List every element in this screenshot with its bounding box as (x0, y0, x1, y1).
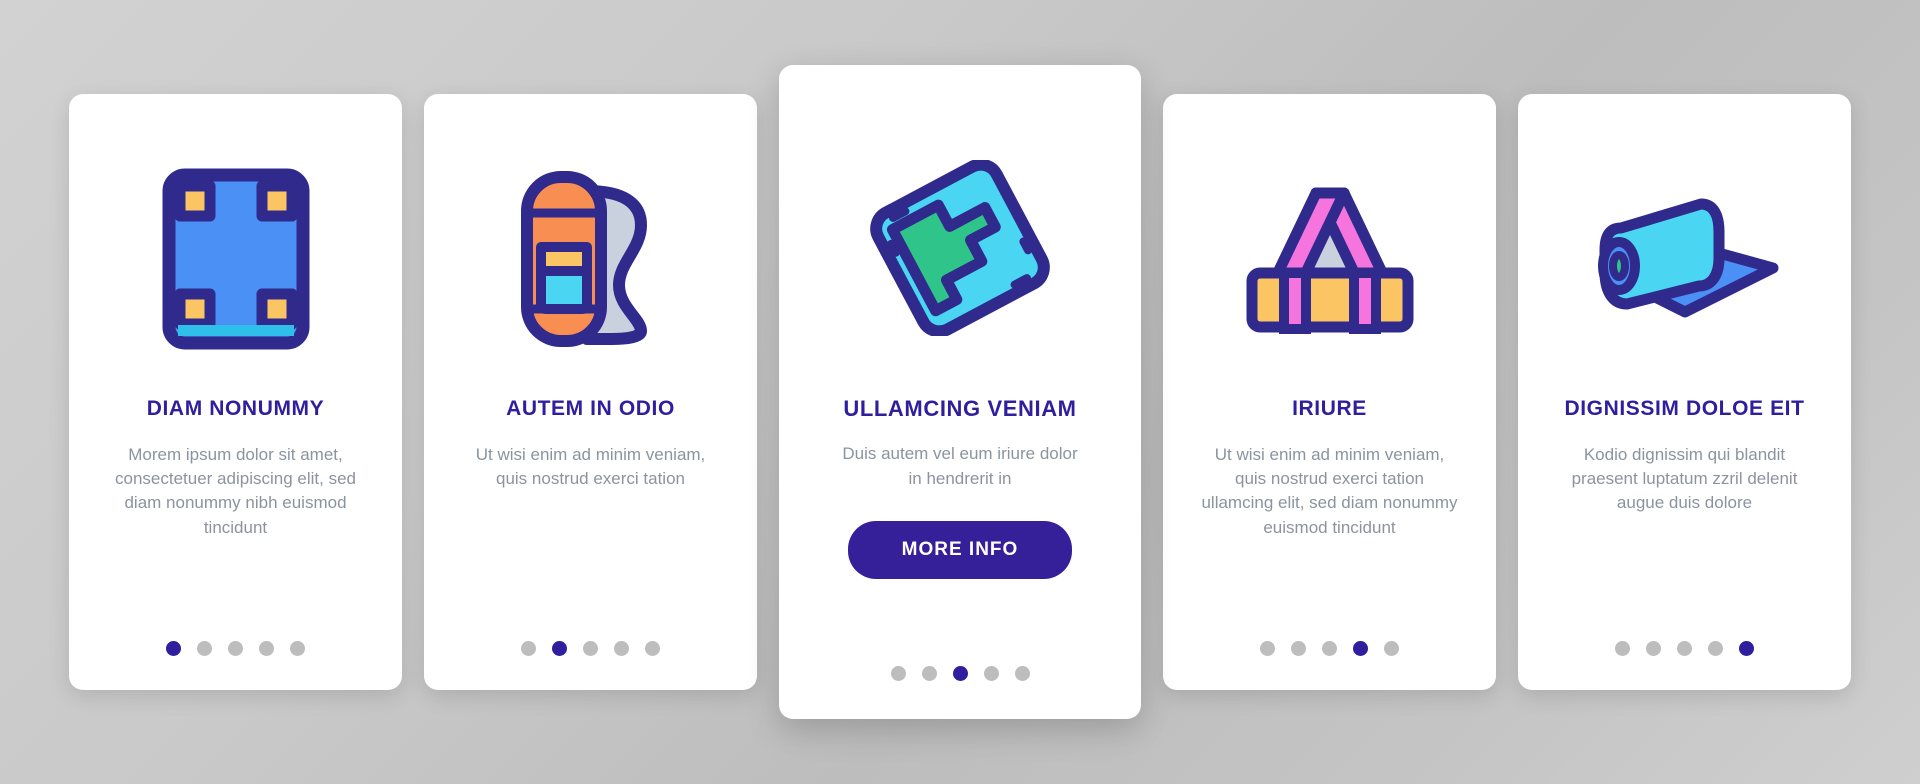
pagination-dot[interactable] (259, 641, 274, 656)
pagination-dot[interactable] (1291, 641, 1306, 656)
pagination-dot[interactable] (1353, 641, 1368, 656)
mat-with-strap-icon (1246, 187, 1413, 334)
card-title: DIAM NONUMMY (146, 397, 325, 420)
onboarding-card-carousel: DIAM NONUMMY Morem ipsum dolor sit amet,… (0, 0, 1920, 784)
icon-area-1 (89, 128, 382, 390)
onboarding-card-5[interactable]: DIGNISSIM DOLOE EIT Kodio dignissim qui … (1518, 94, 1851, 690)
card-body: Ut wisi enim ad minim veniam, quis nostr… (475, 445, 706, 489)
pagination-dots-1 (69, 641, 402, 656)
icon-area-5 (1538, 128, 1831, 390)
tilted-mat-icon (870, 159, 1050, 336)
card-body: Ut wisi enim ad minim veniam, quis nostr… (1201, 445, 1458, 537)
pagination-dot[interactable] (552, 641, 567, 656)
pagination-dots-4 (1163, 641, 1496, 656)
pagination-dot[interactable] (952, 666, 968, 681)
pagination-dot[interactable] (583, 641, 598, 656)
more-info-button[interactable]: MORE INFO (847, 520, 1073, 579)
onboarding-card-1[interactable]: DIAM NONUMMY Morem ipsum dolor sit amet,… (69, 94, 402, 690)
pagination-dot[interactable] (1615, 641, 1630, 656)
pagination-dots-2 (424, 641, 757, 656)
pagination-dot[interactable] (921, 666, 937, 681)
pagination-dot[interactable] (228, 641, 243, 656)
pagination-dot[interactable] (1677, 641, 1692, 656)
pagination-dots-3 (779, 666, 1141, 681)
card-title: AUTEM IN ODIO (506, 397, 675, 420)
card-body: Duis autem vel eum iriure dolor in hendr… (842, 444, 1078, 488)
onboarding-card-2[interactable]: AUTEM IN ODIO Ut wisi enim ad minim veni… (424, 94, 757, 690)
card-body: Morem ipsum dolor sit amet, consectetuer… (115, 445, 356, 537)
card-title: DIGNISSIM DOLOE EIT (1564, 397, 1805, 420)
pagination-dot[interactable] (614, 641, 629, 656)
unrolled-yoga-mat-icon (1597, 198, 1778, 318)
pagination-dot[interactable] (983, 666, 999, 681)
card-title: IRIURE (1292, 397, 1367, 420)
icon-area-4 (1183, 128, 1476, 390)
pagination-dots-5 (1518, 641, 1851, 656)
pagination-dot[interactable] (290, 641, 305, 656)
pagination-dot[interactable] (1708, 641, 1723, 656)
onboarding-card-4[interactable]: IRIURE Ut wisi enim ad minim veniam, qui… (1163, 94, 1496, 690)
rolled-sleeping-pad-icon (520, 171, 647, 347)
card-body: Kodio dignissim qui blandit praesent lup… (1571, 445, 1798, 513)
card-title: ULLAMCING VENIAM (843, 396, 1077, 421)
pagination-dot[interactable] (197, 641, 212, 656)
icon-area-3 (801, 105, 1119, 390)
pagination-dot[interactable] (1646, 641, 1661, 656)
icon-area-2 (444, 128, 737, 390)
pagination-dot[interactable] (1384, 641, 1399, 656)
pagination-dot[interactable] (1260, 641, 1275, 656)
pagination-dot[interactable] (521, 641, 536, 656)
onboarding-card-3-featured[interactable]: ULLAMCING VENIAM Duis autem vel eum iriu… (779, 65, 1141, 719)
camping-mat-icon (162, 168, 309, 350)
pagination-dot[interactable] (890, 666, 906, 681)
pagination-dot[interactable] (1322, 641, 1337, 656)
pagination-dot[interactable] (645, 641, 660, 656)
pagination-dot[interactable] (1739, 641, 1754, 656)
pagination-dot[interactable] (1014, 666, 1030, 681)
pagination-dot[interactable] (166, 641, 181, 656)
